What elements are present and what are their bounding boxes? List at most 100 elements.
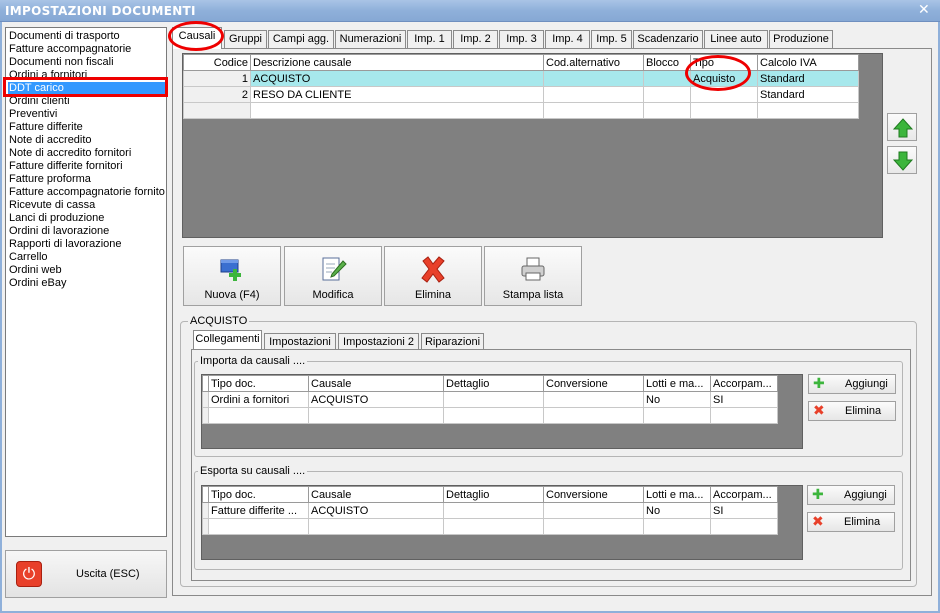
table-row-empty[interactable]	[202, 518, 778, 535]
column-header[interactable]: Descrizione causale	[250, 54, 544, 71]
cell-empty[interactable]	[443, 518, 544, 535]
list-item[interactable]: Ordini web	[9, 264, 62, 277]
list-item[interactable]: Fatture differite fornitori	[9, 160, 123, 173]
list-item[interactable]: Documenti di trasporto	[9, 30, 120, 43]
column-header[interactable]: Lotti e ma...	[643, 486, 711, 503]
export-add-button[interactable]: ✚ Aggiungi	[807, 485, 895, 505]
table-row[interactable]: Ordini a fornitori ACQUISTO No SI	[202, 391, 778, 408]
tab-imp-5[interactable]: Imp. 5	[591, 30, 632, 48]
table-row[interactable]: 2 RESO DA CLIENTE Standard	[183, 86, 859, 103]
tab-linee-auto[interactable]: Linee auto	[704, 30, 768, 48]
cell-empty[interactable]	[710, 518, 778, 535]
subtab-collegamenti[interactable]: Collegamenti	[193, 330, 262, 350]
cell-empty[interactable]	[543, 102, 644, 119]
column-header[interactable]: Tipo doc.	[208, 486, 309, 503]
column-header[interactable]: Blocco	[643, 54, 691, 71]
cell-empty[interactable]	[250, 102, 544, 119]
tab-scadenzario[interactable]: Scadenzario	[633, 30, 703, 48]
cell-accorpam[interactable]: SI	[710, 391, 778, 408]
cell-descrizione[interactable]: ACQUISTO	[250, 70, 544, 87]
column-header[interactable]: Calcolo IVA	[757, 54, 859, 71]
list-item[interactable]: Rapporti di lavorazione	[9, 238, 122, 251]
list-item[interactable]: Ordini clienti	[9, 95, 70, 108]
tab-numerazioni[interactable]: Numerazioni	[335, 30, 406, 48]
delete-button[interactable]: Elimina	[384, 246, 482, 306]
table-row-empty[interactable]	[183, 102, 859, 119]
subtab-riparazioni[interactable]: Riparazioni	[421, 333, 484, 350]
cell-dettaglio[interactable]	[443, 391, 544, 408]
list-item[interactable]: Carrello	[9, 251, 48, 264]
list-item[interactable]: Fatture proforma	[9, 173, 91, 186]
column-header[interactable]: Causale	[308, 375, 444, 392]
column-header[interactable]: Accorpam...	[710, 375, 778, 392]
cell-empty[interactable]	[308, 407, 444, 424]
tab-imp-1[interactable]: Imp. 1	[407, 30, 452, 48]
list-item[interactable]: Preventivi	[9, 108, 57, 121]
cell-tipo[interactable]	[690, 86, 758, 103]
subtab-impostazioni[interactable]: Impostazioni	[264, 333, 336, 350]
list-item[interactable]: Fatture accompagnatorie	[9, 43, 131, 56]
cell-calcolo-iva[interactable]: Standard	[757, 70, 859, 87]
column-header[interactable]: Tipo	[690, 54, 758, 71]
tab-imp-2[interactable]: Imp. 2	[453, 30, 498, 48]
list-item[interactable]: Documenti non fiscali	[9, 56, 114, 69]
close-icon[interactable]: ✕	[916, 2, 932, 18]
cell-empty[interactable]	[543, 407, 644, 424]
tab-gruppi[interactable]: Gruppi	[224, 30, 267, 48]
tab-causali[interactable]: Causali	[172, 27, 222, 49]
import-delete-button[interactable]: ✖ Elimina	[808, 401, 896, 421]
import-add-button[interactable]: ✚ Aggiungi	[808, 374, 896, 394]
column-header[interactable]: Causale	[308, 486, 444, 503]
list-item-selected[interactable]: DDT carico	[8, 82, 166, 95]
list-item[interactable]: Ricevute di cassa	[9, 199, 95, 212]
move-up-button[interactable]	[887, 113, 917, 141]
cell-cod-alt[interactable]	[543, 70, 644, 87]
document-type-list[interactable]: Documenti di trasporto Fatture accompagn…	[5, 27, 167, 537]
column-header[interactable]: Lotti e ma...	[643, 375, 711, 392]
table-row[interactable]: 1 ACQUISTO Acquisto Standard	[183, 70, 859, 87]
list-item[interactable]: Fatture differite	[9, 121, 83, 134]
subtab-impostazioni-2[interactable]: Impostazioni 2	[338, 333, 419, 350]
list-item[interactable]: Ordini di lavorazione	[9, 225, 109, 238]
cell-empty[interactable]	[690, 102, 758, 119]
column-header[interactable]: Codice	[183, 54, 251, 71]
cell-empty[interactable]	[643, 102, 691, 119]
causali-grid[interactable]: Codice Descrizione causale Cod.alternati…	[183, 54, 859, 119]
move-down-button[interactable]	[887, 146, 917, 174]
cell-blocco[interactable]	[643, 86, 691, 103]
column-header[interactable]: Tipo doc.	[208, 375, 309, 392]
table-row[interactable]: Fatture differite ... ACQUISTO No SI	[202, 502, 778, 519]
cell-lotti[interactable]: No	[643, 391, 711, 408]
tab-campi-agg[interactable]: Campi agg.	[268, 30, 334, 48]
cell-tipo-doc[interactable]: Fatture differite ...	[208, 502, 309, 519]
list-item[interactable]: Lanci di produzione	[9, 212, 104, 225]
tab-produzione[interactable]: Produzione	[769, 30, 833, 48]
cell-empty[interactable]	[208, 518, 309, 535]
cell-empty[interactable]	[757, 102, 859, 119]
cell-codice[interactable]: 2	[183, 86, 251, 103]
exit-button[interactable]: Uscita (ESC)	[5, 550, 167, 598]
cell-lotti[interactable]: No	[643, 502, 711, 519]
list-item[interactable]: Note di accredito	[9, 134, 92, 147]
cell-tipo[interactable]: Acquisto	[690, 70, 758, 87]
cell-empty[interactable]	[710, 407, 778, 424]
list-item[interactable]: Ordini a fornitori	[9, 69, 87, 82]
cell-cod-alt[interactable]	[543, 86, 644, 103]
print-list-button[interactable]: Stampa lista	[484, 246, 582, 306]
column-header[interactable]: Cod.alternativo	[543, 54, 644, 71]
new-button[interactable]: Nuova (F4)	[183, 246, 281, 306]
column-header[interactable]: Conversione	[543, 375, 644, 392]
cell-empty[interactable]	[543, 518, 644, 535]
cell-descrizione[interactable]: RESO DA CLIENTE	[250, 86, 544, 103]
tab-imp-3[interactable]: Imp. 3	[499, 30, 544, 48]
column-header[interactable]: Accorpam...	[710, 486, 778, 503]
cell-accorpam[interactable]: SI	[710, 502, 778, 519]
edit-button[interactable]: Modifica	[284, 246, 382, 306]
cell-blocco[interactable]	[643, 70, 691, 87]
cell-empty[interactable]	[443, 407, 544, 424]
export-grid[interactable]: Tipo doc. Causale Dettaglio Conversione …	[202, 486, 778, 535]
cell-tipo-doc[interactable]: Ordini a fornitori	[208, 391, 309, 408]
column-header[interactable]: Dettaglio	[443, 486, 544, 503]
cell-empty[interactable]	[183, 102, 251, 119]
list-item[interactable]: Note di accredito fornitori	[9, 147, 131, 160]
